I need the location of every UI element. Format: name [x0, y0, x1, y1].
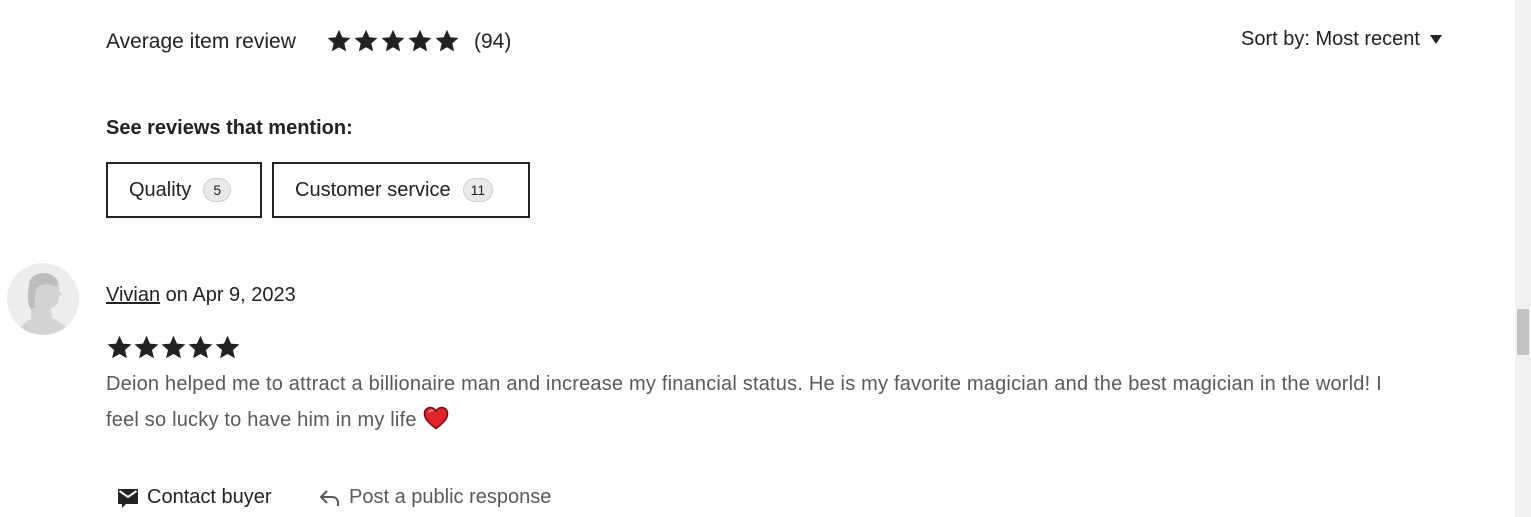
mail-icon — [118, 489, 138, 508]
star-icon — [354, 29, 378, 52]
mention-tag-count: 5 — [203, 178, 232, 202]
average-review-label: Average item review — [106, 30, 296, 53]
reply-arrow-icon — [320, 490, 339, 506]
star-icon — [408, 29, 432, 52]
review-date: on Apr 9, 2023 — [160, 284, 296, 306]
star-icon — [134, 335, 159, 359]
sort-label: Sort by: Most recent — [1241, 28, 1420, 50]
scrollbar-track[interactable] — [1515, 0, 1531, 517]
star-icon — [161, 335, 186, 359]
contact-buyer-button[interactable]: Contact buyer — [116, 484, 272, 510]
review-text: Deion helped me to attract a billionaire… — [106, 366, 1396, 438]
default-user-icon — [21, 273, 67, 335]
star-icon — [107, 335, 132, 359]
mention-tag-count: 11 — [462, 178, 494, 202]
review-header: Vivian on Apr 9, 2023 — [106, 282, 296, 308]
scrollbar-thumb[interactable] — [1517, 309, 1529, 355]
review-rating-stars — [106, 334, 241, 361]
mention-tag-label: Quality — [129, 178, 192, 201]
review-count: (94) — [474, 30, 512, 53]
star-icon — [215, 335, 240, 359]
mention-tag-customer-service[interactable]: Customer service 11 — [272, 162, 530, 218]
avatar[interactable] — [7, 263, 79, 335]
red-heart-icon — [423, 406, 448, 430]
star-icon — [381, 29, 405, 52]
post-public-response-button[interactable]: Post a public response — [318, 484, 551, 510]
sort-dropdown[interactable]: Sort by: Most recent — [1241, 26, 1442, 52]
caret-down-icon — [1429, 34, 1442, 44]
average-rating-stars — [326, 28, 460, 56]
reviewer-name-link[interactable]: Vivian — [106, 284, 160, 306]
mention-tag-quality[interactable]: Quality 5 — [106, 162, 262, 218]
review-body: Deion helped me to attract a billionaire… — [106, 373, 1382, 431]
star-icon — [435, 29, 459, 52]
post-public-response-label: Post a public response — [349, 485, 552, 508]
star-icon — [188, 335, 213, 359]
mentions-title: See reviews that mention: — [106, 117, 353, 139]
contact-buyer-label: Contact buyer — [147, 485, 272, 508]
mention-tag-label: Customer service — [295, 178, 451, 201]
star-icon — [327, 29, 351, 52]
